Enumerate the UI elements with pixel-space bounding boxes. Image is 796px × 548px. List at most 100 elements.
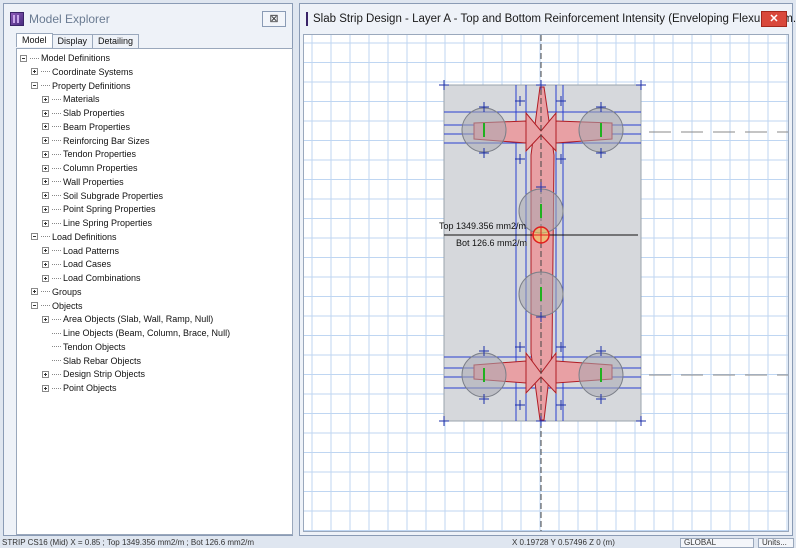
tree-connector bbox=[52, 360, 61, 361]
model-explorer-title: Model Explorer bbox=[29, 12, 110, 26]
collapse-icon[interactable] bbox=[31, 233, 38, 241]
tab-model[interactable]: Model bbox=[16, 33, 53, 47]
tree-node[interactable]: Soil Subgrade Properties bbox=[42, 190, 163, 202]
tree-node[interactable]: Tendon Properties bbox=[42, 148, 136, 160]
expand-icon[interactable] bbox=[42, 123, 49, 131]
expand-icon[interactable] bbox=[42, 384, 49, 392]
tree-node-label: Load Cases bbox=[63, 259, 112, 270]
model-explorer-titlebar: Model Explorer bbox=[4, 4, 292, 34]
tree-node-label: Point Spring Properties bbox=[63, 204, 156, 215]
expand-icon[interactable] bbox=[42, 260, 49, 268]
tree-node[interactable]: Materials bbox=[42, 93, 100, 105]
tree-node[interactable]: Point Spring Properties bbox=[42, 203, 156, 215]
tree-node[interactable]: Objects bbox=[31, 300, 83, 312]
tab-detailing[interactable]: Detailing bbox=[92, 34, 140, 48]
app-icon bbox=[306, 12, 308, 26]
status-coordinates: X 0.19728 Y 0.57496 Z 0 (m) bbox=[512, 538, 615, 547]
status-message: STRIP CS16 (Mid) X = 0.85 ; Top 1349.356… bbox=[2, 538, 255, 547]
expand-icon[interactable] bbox=[42, 219, 49, 227]
tree-node-label: Design Strip Objects bbox=[63, 369, 146, 380]
tree-node-label: Column Properties bbox=[63, 163, 138, 173]
tree-connector bbox=[41, 236, 50, 238]
tree-node[interactable]: Load Combinations bbox=[42, 272, 141, 284]
tree-node[interactable]: Wall Properties bbox=[42, 176, 124, 188]
tree-node-label: Point Objects bbox=[63, 383, 117, 393]
expand-icon[interactable] bbox=[42, 137, 49, 144]
tree-node-label: Load Patterns bbox=[63, 245, 120, 256]
tree-connector bbox=[52, 153, 61, 155]
tree-node-label: Objects bbox=[52, 300, 83, 311]
collapse-icon[interactable] bbox=[20, 54, 27, 62]
tree-node[interactable]: Line Objects (Beam, Column, Brace, Null) bbox=[42, 327, 230, 339]
tree-connector bbox=[52, 318, 61, 320]
tab-display[interactable]: Display bbox=[51, 34, 94, 48]
tree-node-label: Load Definitions bbox=[52, 231, 117, 242]
tree-connector bbox=[41, 85, 50, 86]
tree-node[interactable]: Reinforcing Bar Sizes bbox=[42, 135, 150, 147]
expand-icon[interactable] bbox=[42, 274, 49, 282]
drawing-canvas[interactable]: Top 1349.356 mm2/m Bot 126.6 mm2/m bbox=[303, 34, 789, 532]
tree-node[interactable]: Area Objects (Slab, Wall, Ramp, Null) bbox=[42, 313, 213, 325]
tree-node-label: Slab Properties bbox=[63, 108, 125, 118]
expand-icon[interactable] bbox=[42, 192, 49, 199]
tree-node[interactable]: Load Cases bbox=[42, 258, 111, 270]
drawing-titlebar: Slab Strip Design - Layer A - Top and Bo… bbox=[300, 4, 796, 34]
tree-node[interactable]: Tendon Objects bbox=[42, 341, 126, 353]
tree-node-label: Tendon Objects bbox=[63, 341, 126, 352]
tree-node[interactable]: Line Spring Properties bbox=[42, 217, 152, 229]
tree-node[interactable]: Slab Properties bbox=[42, 107, 125, 119]
tree-node-label: Materials bbox=[63, 94, 100, 105]
tree-node[interactable]: Load Patterns bbox=[42, 245, 119, 257]
expand-icon[interactable] bbox=[42, 150, 49, 158]
expand-icon[interactable] bbox=[31, 68, 38, 76]
tree-node-label: Area Objects (Slab, Wall, Ramp, Null) bbox=[63, 314, 214, 325]
expand-icon[interactable] bbox=[42, 95, 49, 103]
expand-icon[interactable] bbox=[42, 205, 49, 213]
tree-node[interactable]: Groups bbox=[31, 286, 82, 298]
tree-node[interactable]: Load Definitions bbox=[31, 231, 117, 243]
expand-icon[interactable] bbox=[42, 164, 49, 172]
tree-connector bbox=[52, 250, 61, 251]
tree-node-label: Beam Properties bbox=[63, 121, 131, 132]
tree-node-label: Groups bbox=[52, 286, 82, 297]
units-button[interactable]: Units... bbox=[758, 538, 794, 548]
tooltip-top-text: Top 1349.356 mm2/m bbox=[439, 221, 526, 231]
tree-node[interactable]: Coordinate Systems bbox=[31, 66, 133, 78]
expand-icon[interactable] bbox=[42, 109, 49, 117]
slab-strip-design-window: Slab Strip Design - Layer A - Top and Bo… bbox=[299, 3, 796, 536]
tree-connector bbox=[52, 112, 61, 114]
close-icon[interactable]: ✕ bbox=[761, 11, 787, 27]
expand-icon[interactable] bbox=[42, 178, 49, 186]
collapse-icon[interactable] bbox=[31, 302, 38, 309]
tree-node-label: Property Definitions bbox=[52, 80, 131, 91]
tree-connector bbox=[41, 291, 50, 293]
tree-node[interactable]: Slab Rebar Objects bbox=[42, 355, 141, 367]
tree-connector bbox=[52, 263, 61, 265]
collapse-icon[interactable] bbox=[31, 82, 38, 89]
expand-icon[interactable] bbox=[42, 315, 49, 323]
tree-connector bbox=[52, 387, 61, 389]
explorer-tabs: Model Display Detailing bbox=[16, 33, 140, 48]
tree-node[interactable]: Design Strip Objects bbox=[42, 368, 145, 380]
tree-node[interactable]: Column Properties bbox=[42, 162, 138, 174]
tree-node-label: Line Spring Properties bbox=[63, 218, 153, 228]
tree-node-label: Load Combinations bbox=[63, 273, 141, 283]
tree-connector bbox=[52, 373, 61, 375]
tree-node-label: Reinforcing Bar Sizes bbox=[63, 135, 150, 146]
tooltip-bot-text: Bot 126.6 mm2/m bbox=[456, 238, 527, 248]
close-icon[interactable]: ⊠ bbox=[262, 11, 286, 27]
tree-node[interactable]: Property Definitions bbox=[31, 80, 131, 92]
tree-node[interactable]: Beam Properties bbox=[42, 121, 130, 133]
tree-connector bbox=[52, 181, 61, 183]
tree-connector bbox=[52, 167, 61, 169]
plan-view[interactable]: Top 1349.356 mm2/m Bot 126.6 mm2/m bbox=[304, 35, 789, 532]
expand-icon[interactable] bbox=[42, 247, 49, 254]
expand-icon[interactable] bbox=[42, 370, 49, 378]
view-coordinate-system-select[interactable]: GLOBAL bbox=[680, 538, 754, 548]
tree-node[interactable]: Point Objects bbox=[42, 382, 117, 394]
tree-node[interactable]: Model Definitions bbox=[20, 52, 110, 64]
tree-connector bbox=[52, 195, 61, 196]
tree-connector bbox=[52, 140, 61, 141]
tree-connector bbox=[52, 126, 61, 128]
expand-icon[interactable] bbox=[31, 288, 38, 296]
